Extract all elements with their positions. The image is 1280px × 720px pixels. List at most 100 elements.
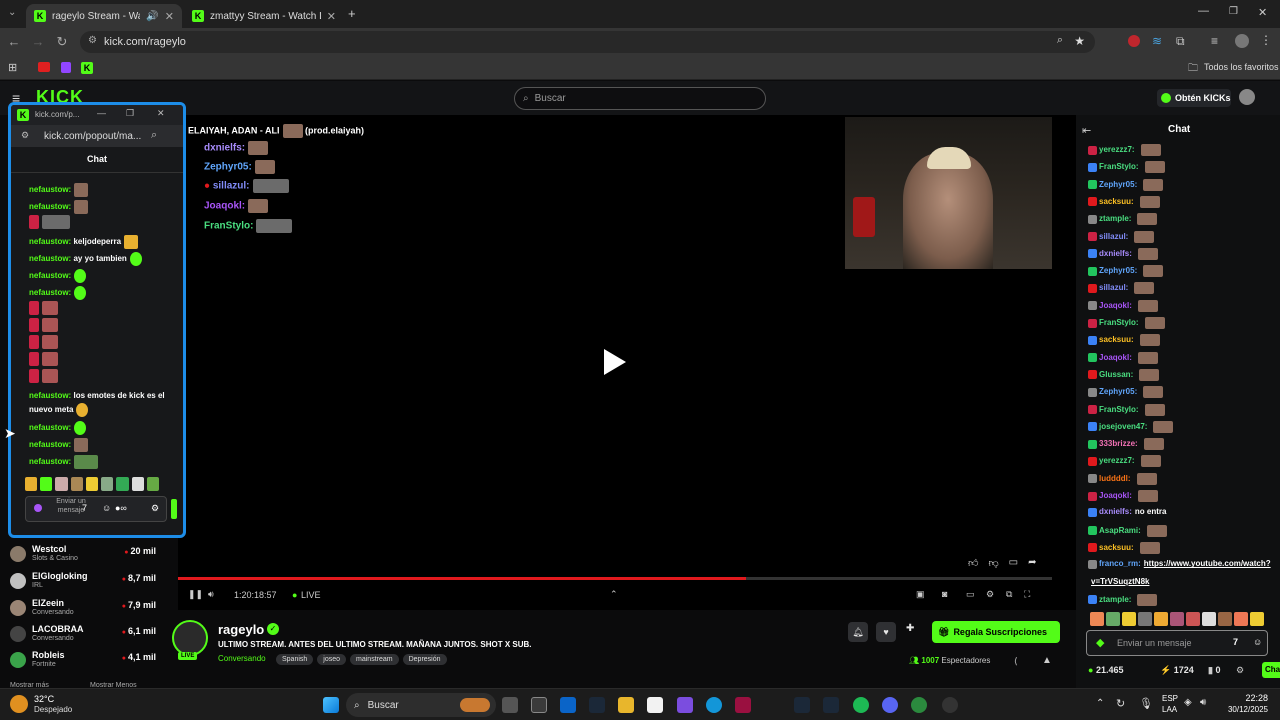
steam-icon[interactable]	[589, 697, 605, 713]
copilot-icon[interactable]	[677, 697, 693, 713]
play-icon[interactable]	[604, 349, 626, 375]
reload-icon[interactable]: ↻	[50, 34, 74, 50]
chat-user[interactable]: nefaustow:	[29, 185, 71, 194]
close-tab-icon[interactable]: ✕	[165, 10, 174, 23]
weather-icon[interactable]	[10, 695, 28, 713]
chat-user[interactable]: nefaustow:	[29, 271, 71, 280]
tag[interactable]: joseo	[317, 654, 347, 665]
new-tab-icon[interactable]: +	[348, 6, 356, 21]
chat-input[interactable]: ◆ Enviar un mensaje 7 ☺	[1086, 630, 1268, 656]
tab-zmattyy[interactable]: K zmattyy Stream - Watch Live or ✕	[184, 4, 344, 28]
popup-url[interactable]: kick.com/popout/ma...	[44, 131, 141, 142]
steam-icon[interactable]	[823, 697, 839, 713]
chat-user[interactable]: Glussan:	[1099, 370, 1133, 379]
notification-bell-icon[interactable]: 🔔︎	[848, 622, 868, 642]
clip-icon[interactable]: ▣	[916, 589, 925, 600]
edge-icon[interactable]	[706, 697, 722, 713]
chat-user[interactable]: nefaustow:	[29, 202, 71, 211]
stream-category[interactable]: Conversando	[218, 654, 266, 663]
emote-image[interactable]	[40, 477, 53, 491]
chat-user[interactable]: ztample:	[1099, 595, 1131, 604]
chat-user[interactable]: sacksuu:	[1099, 543, 1134, 552]
search-input[interactable]: ⌕ Buscar	[514, 87, 766, 110]
share-icon[interactable]: ⟨	[1014, 656, 1018, 667]
outlook-icon[interactable]	[560, 697, 576, 713]
chat-user[interactable]: FranStylo:	[1099, 318, 1139, 327]
tab-list-icon[interactable]: ⌄	[8, 7, 16, 18]
file-explorer-icon[interactable]	[618, 697, 634, 713]
chat-user[interactable]: nefaustow:	[29, 288, 71, 297]
chat-user[interactable]: Joaqokl:	[1099, 353, 1132, 362]
restore-icon[interactable]: ❐	[126, 108, 134, 119]
tab-rageylo[interactable]: K rageylo Stream - Watch Live 🔊 ✕	[26, 4, 182, 28]
chat-user[interactable]: AsapRami:	[1099, 526, 1141, 535]
chat-user[interactable]: FranStylo:	[1099, 405, 1139, 414]
video-player[interactable]: ELAIYAH, ADAN - ALI (prod.elaiyah) dxnie…	[178, 115, 1076, 610]
emote-image[interactable]	[1202, 612, 1216, 626]
kicks-balance[interactable]: ● 21.465	[1088, 665, 1123, 675]
close-icon[interactable]: ✕	[157, 108, 165, 119]
twitch-bookmark-icon[interactable]	[61, 62, 71, 73]
chat-user[interactable]: dxnielfs:	[1099, 249, 1132, 258]
channel-name[interactable]: rageylo	[218, 622, 264, 637]
chat-user[interactable]: nefaustow:	[29, 423, 71, 432]
chat-user[interactable]: nefaustow:	[29, 237, 71, 246]
back-icon[interactable]: ←	[2, 34, 26, 49]
fullscreen-icon[interactable]: ⛶	[1024, 589, 1030, 600]
extension-icon[interactable]	[1128, 35, 1140, 47]
app-icon[interactable]	[942, 697, 958, 713]
emote-image[interactable]	[1234, 612, 1248, 626]
user-avatar[interactable]	[1239, 89, 1255, 105]
7tv-icon[interactable]: 7	[82, 503, 87, 513]
camera-icon[interactable]: ◙	[942, 589, 947, 599]
settings-icon[interactable]: ⚙	[986, 589, 994, 600]
chat-user[interactable]: nefaustow:	[29, 440, 71, 449]
minimize-icon[interactable]: —	[97, 108, 106, 118]
get-kicks-button[interactable]: Obtén KICKs	[1157, 89, 1231, 107]
chat-user[interactable]: sacksuu:	[1099, 197, 1134, 206]
network-icon[interactable]: ◈	[1184, 697, 1192, 708]
tag[interactable]: mainstream	[350, 654, 399, 665]
emote-image[interactable]	[70, 477, 83, 491]
following-item[interactable]: RobleisFortnite 4,1 mil	[10, 650, 156, 674]
follow-heart-icon[interactable]: ♥	[876, 622, 896, 642]
chat-user[interactable]: sacksuu:	[1099, 335, 1134, 344]
menu-kebab-icon[interactable]: ⋮	[1260, 33, 1272, 47]
restore-icon[interactable]: ❐	[1229, 6, 1238, 17]
search-icon[interactable]: ⌕	[151, 129, 157, 142]
chat-user[interactable]: Zephyr05:	[1099, 387, 1137, 396]
chat-user[interactable]: nefaustow:	[29, 254, 71, 263]
emote-image[interactable]	[1106, 612, 1120, 626]
clock-time[interactable]: 22:28	[1245, 693, 1268, 703]
thumbs-down-icon[interactable]: 👎︎	[988, 557, 998, 569]
emote-image[interactable]	[1170, 612, 1184, 626]
windows-start-icon[interactable]	[323, 697, 339, 713]
share-icon[interactable]: ➦	[1028, 557, 1036, 569]
tag[interactable]: Depresión	[402, 654, 447, 665]
chat-user[interactable]: Zephyr05:	[1099, 266, 1137, 275]
media-icon[interactable]: ≡	[1211, 34, 1218, 48]
extensions-puzzle-icon[interactable]: ⧉	[1176, 34, 1185, 49]
chat-user[interactable]: Joaqokl:	[1099, 491, 1132, 500]
taskbar-search[interactable]: ⌕ Buscar	[346, 693, 496, 717]
volume-icon[interactable]: 🔊︎	[208, 589, 214, 600]
gift-icon[interactable]: ✚	[906, 623, 914, 634]
emote-image[interactable]	[85, 477, 99, 491]
profile-avatar[interactable]	[1235, 34, 1249, 48]
chat-bubble-icon[interactable]: ▭	[1009, 557, 1018, 569]
tag[interactable]: Spanish	[276, 654, 314, 665]
channel-points[interactable]: ⚡ 1724	[1160, 665, 1194, 676]
chat-user[interactable]: Zephyr05:	[1099, 180, 1137, 189]
popup-chat-input[interactable]: Enviar un mensaje 7 ☺	[25, 496, 167, 522]
apps-grid-icon[interactable]: ⊞	[8, 61, 17, 74]
chat-user[interactable]: yerezzz7:	[1099, 457, 1135, 466]
bookmark-star-icon[interactable]: ★	[1074, 34, 1085, 48]
chat-user[interactable]: yerezzz7:	[1099, 145, 1135, 154]
volume-icon[interactable]: 🔊︎	[1200, 697, 1206, 708]
pinned-count[interactable]: ▮ 0	[1208, 665, 1220, 676]
discord-icon[interactable]	[882, 697, 898, 713]
clock-date[interactable]: 30/12/2025	[1228, 705, 1268, 714]
emote-image[interactable]	[1154, 612, 1168, 626]
collapse-chat-icon[interactable]: ⇤	[1082, 124, 1091, 137]
gift-subs-button[interactable]: 🎁︎ Regala Suscripciones	[932, 621, 1060, 643]
